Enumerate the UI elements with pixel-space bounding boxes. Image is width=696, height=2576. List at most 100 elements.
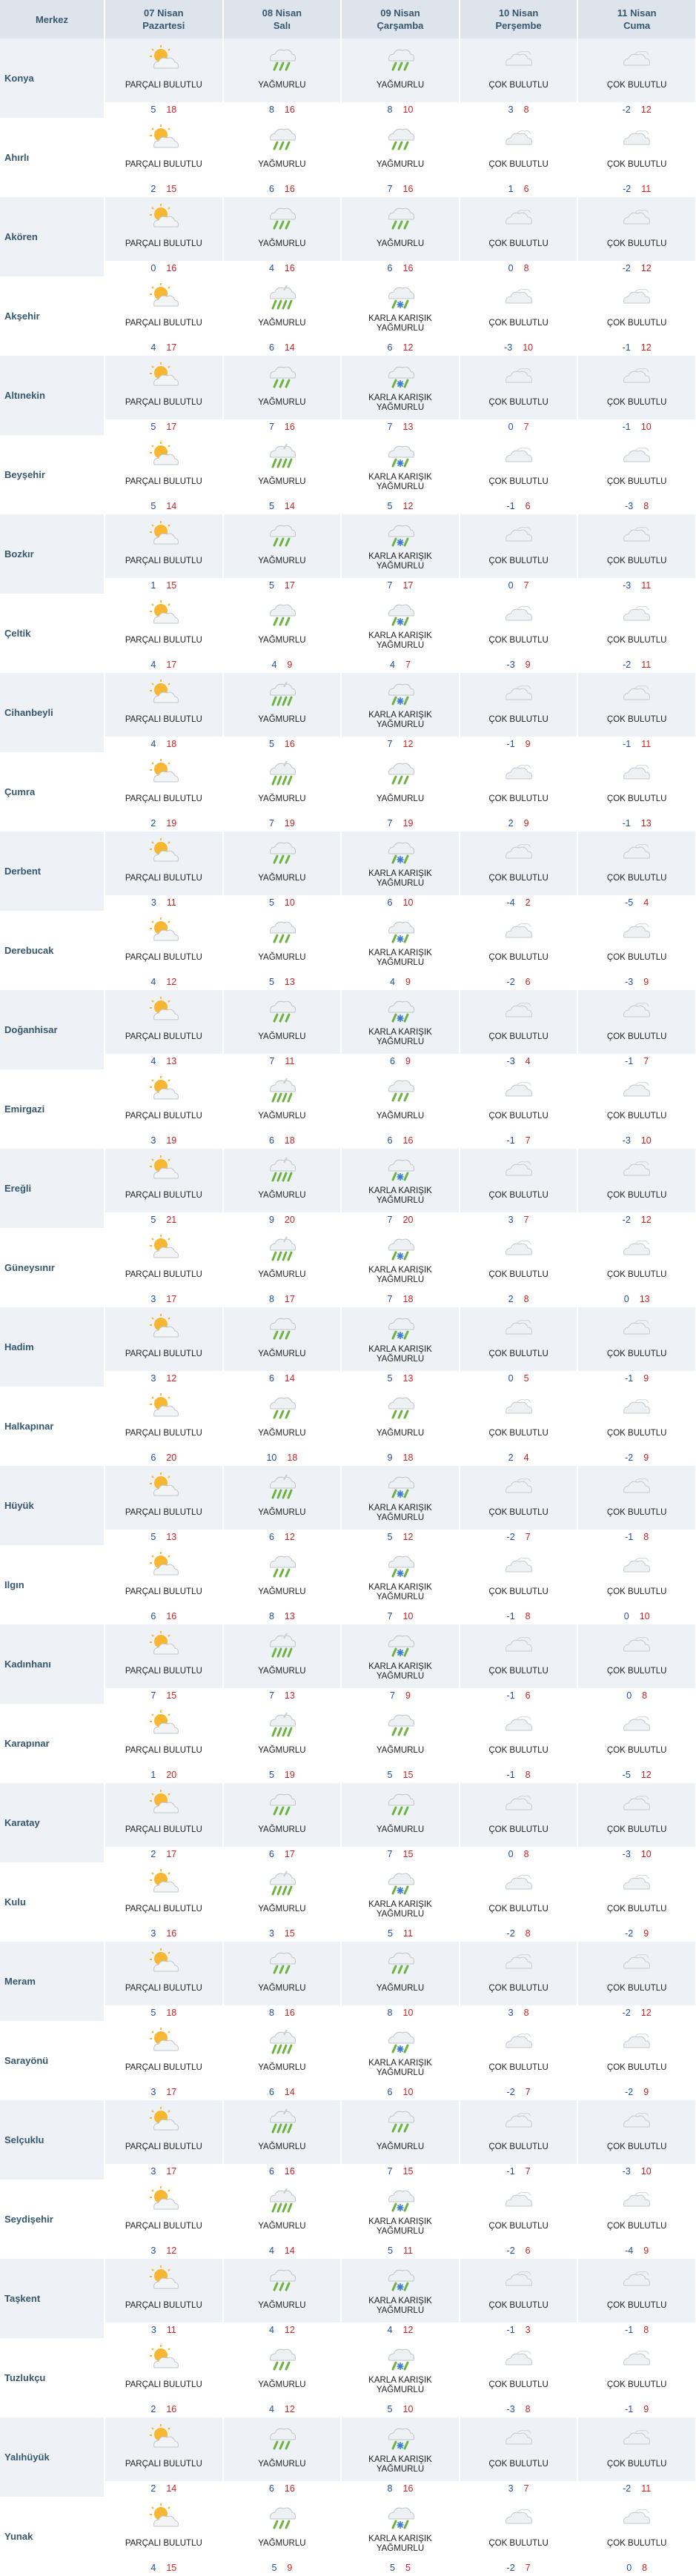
condition-text: PARÇALI BULUTLU xyxy=(105,1191,222,1201)
max-temp: 9 xyxy=(643,2404,649,2414)
condition-line: KARLA KARIŞIK xyxy=(368,711,432,720)
partly-cloudy-icon xyxy=(145,122,182,155)
temperature-range: 49 xyxy=(223,657,341,673)
condition-line: YAĞMURLU xyxy=(376,2142,425,2151)
condition-line: ÇOK BULUTLU xyxy=(488,1191,548,1200)
temperature-range: 5 13 xyxy=(223,975,341,990)
temperature-range: 6 16 xyxy=(342,261,459,276)
city-name: Seydişehir xyxy=(0,2180,105,2259)
cloudy-icon xyxy=(500,360,537,393)
condition-line: YAĞMURLU xyxy=(258,2142,306,2151)
day-cell: YAĞMURLU 7 13 xyxy=(222,1624,342,1704)
max-temp: 3 xyxy=(525,2325,531,2335)
temperature-range: -1 6 xyxy=(460,499,577,514)
condition-line: KARLA KARIŞIK xyxy=(368,2059,432,2068)
condition-text: YAĞMURLU xyxy=(342,81,459,90)
day-cell: KARLA KARIŞIK YAĞMURLU 5 10 xyxy=(341,2338,460,2417)
condition-text: YAĞMURLU xyxy=(224,2222,341,2231)
condition-text: ÇOK BULUTLU xyxy=(460,2222,577,2231)
forecast-row: Akören PARÇALI BULUTLU 0 16 YAĞMURLU 4 16 YAĞMU… xyxy=(0,197,696,276)
condition-line: YAĞMURLU xyxy=(258,2222,306,2231)
min-temp: 6 xyxy=(268,1373,274,1384)
condition-line: ÇOK BULUTLU xyxy=(606,1984,667,1993)
day-cell: KARLA KARIŞIK YAĞMURLU 5 5 xyxy=(341,2497,460,2576)
min-temp: 4 xyxy=(150,739,156,749)
condition-text: ÇOK BULUTLU xyxy=(460,398,577,408)
max-temp: 19 xyxy=(402,818,414,829)
condition-line: KARLA KARIŞIK xyxy=(368,1583,432,1592)
temperature-range: 28 xyxy=(460,1292,577,1307)
day-cell: YAĞMURLU 7 11 xyxy=(222,990,342,1069)
max-temp: 8 xyxy=(525,2404,531,2414)
day-cell: ÇOK BULUTLU -2 9 xyxy=(577,1387,696,1466)
condition-line: ÇOK BULUTLU xyxy=(606,2380,667,2389)
day-cell: KARLA KARIŞIK YAĞMURLU 6 10 xyxy=(341,831,460,911)
condition-line: YAĞMURLU xyxy=(258,1350,306,1358)
condition-line: YAĞMURLU xyxy=(258,557,306,565)
partly-cloudy-icon xyxy=(145,439,182,472)
temperature-range: 6 16 xyxy=(223,182,341,197)
min-temp: -2 xyxy=(506,2563,515,2573)
min-temp: 3 xyxy=(508,104,514,115)
day-cell: ÇOK BULUTLU -1 9 xyxy=(577,1307,696,1387)
min-temp: 8 xyxy=(268,1611,274,1621)
day-cell: PARÇALI BULUTLU 3 17 xyxy=(105,2021,224,2100)
condition-line: YAĞMURLU xyxy=(376,2068,425,2077)
min-temp: 8 xyxy=(268,1294,274,1304)
condition-line: YAĞMURLU xyxy=(258,2460,306,2469)
temperature-range: 4 16 xyxy=(223,261,341,276)
partly-cloudy-icon xyxy=(145,2025,182,2058)
cloudy-icon xyxy=(618,122,655,155)
max-temp: 11 xyxy=(641,184,652,194)
city-name: Akören xyxy=(0,197,105,276)
day-cell: ÇOK BULUTLU -3 8 xyxy=(577,435,696,514)
temperature-range: 79 xyxy=(342,1688,459,1704)
condition-line: YAĞMURLU xyxy=(258,1667,306,1676)
min-temp: 7 xyxy=(387,818,393,829)
temperature-range: 9 20 xyxy=(223,1212,341,1228)
condition-line: YAĞMURLU xyxy=(258,1825,306,1834)
max-temp: 9 xyxy=(643,1373,649,1384)
condition-text: PARÇALI BULUTLU xyxy=(105,874,222,883)
day-cell: ÇOK BULUTLU -1 6 xyxy=(459,435,579,514)
condition-text: ÇOK BULUTLU xyxy=(578,1825,695,1835)
day-cell: PARÇALI BULUTLU 4 12 xyxy=(105,911,224,990)
day-cell: KARLA KARIŞIK YAĞMURLU 6 10 xyxy=(341,2021,460,2100)
day-cell: ÇOK BULUTLU -2 6 xyxy=(459,911,579,990)
city-name: Halkapınar xyxy=(0,1387,105,1466)
condition-line: KARLA KARIŞIK xyxy=(368,949,432,957)
condition-text: PARÇALI BULUTLU xyxy=(105,2063,222,2073)
partly-cloudy-icon xyxy=(145,2422,182,2454)
condition-line: PARÇALI BULUTLU xyxy=(125,1032,202,1041)
cloudy-icon xyxy=(618,677,655,710)
temperature-range: -3 10 xyxy=(578,1847,695,1862)
condition-text: YAĞMURLU xyxy=(224,557,341,566)
cloudy-icon xyxy=(500,2422,537,2454)
temperature-range: -3 10 xyxy=(578,2164,695,2180)
max-temp: 4 xyxy=(523,1453,529,1463)
max-temp: 2 xyxy=(525,897,531,908)
min-temp: 5 xyxy=(150,1532,156,1542)
max-temp: 10 xyxy=(640,1849,652,1859)
min-temp: -2 xyxy=(506,1928,515,1939)
day-cell: ÇOK BULUTLU -2 8 xyxy=(459,1862,579,1942)
condition-line: PARÇALI BULUTLU xyxy=(125,1587,202,1596)
day-cell: YAĞMURLU 6 16 xyxy=(341,1069,460,1149)
cloudy-icon xyxy=(500,757,537,789)
condition-text: YAĞMURLU xyxy=(224,2380,341,2390)
condition-text: KARLA KARIŞIK YAĞMURLU xyxy=(342,2059,459,2078)
city-name: Taşkent xyxy=(0,2259,105,2338)
sleet-icon xyxy=(382,1867,419,1899)
condition-line: PARÇALI BULUTLU xyxy=(125,160,202,169)
condition-text: PARÇALI BULUTLU xyxy=(105,477,222,487)
day-cell: YAĞMURLU 10 18 xyxy=(222,1387,342,1466)
rain-icon xyxy=(382,122,419,155)
condition-line: ÇOK BULUTLU xyxy=(488,398,548,407)
condition-line: ÇOK BULUTLU xyxy=(606,874,667,883)
day-cell: KARLA KARIŞIK YAĞMURLU 5 12 xyxy=(341,1466,460,1545)
cloudy-icon xyxy=(500,677,537,710)
forecast-row: Bozkır PARÇALI BULUTLU 1 15 YAĞMURLU 5 17 KARLA… xyxy=(0,514,696,594)
condition-text: ÇOK BULUTLU xyxy=(578,715,695,725)
max-temp: 10 xyxy=(523,342,534,353)
heavy-rain-icon xyxy=(263,1867,300,1899)
